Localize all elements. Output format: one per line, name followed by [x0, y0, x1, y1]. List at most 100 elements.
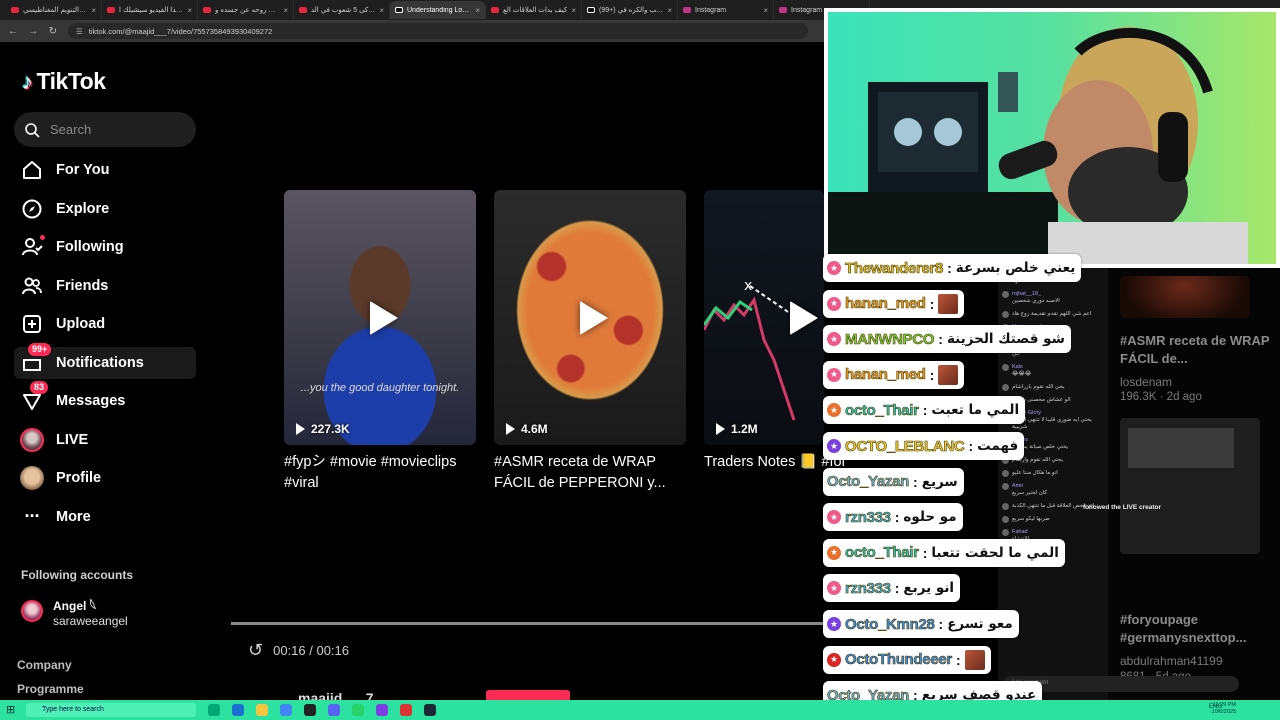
related-title[interactable]: #ASMR receta de WRAP FÁCIL de... [1120, 332, 1270, 368]
commenter-avatar [1002, 364, 1009, 371]
chat-badge-icon: ★ [827, 367, 841, 382]
sidebar-item-profile[interactable]: Profile [14, 462, 196, 494]
inbox-icon: 99+ [20, 342, 52, 375]
forward-icon[interactable]: → [28, 26, 38, 37]
close-tab-icon[interactable]: × [763, 6, 768, 15]
browser-tab[interactable]: Understanding Love or × [390, 1, 486, 19]
comment-text: انو ما هكال مننا عليو [1012, 470, 1058, 476]
search-input[interactable] [50, 122, 180, 137]
related-user[interactable]: losdenam [1120, 375, 1172, 389]
explorer-icon[interactable] [256, 704, 268, 716]
followed-note: followed the LIVE creator [1083, 504, 1162, 511]
browser-tab[interactable]: كيف بدات العلاقات الع × [486, 1, 582, 19]
chat-username: hanan_med [845, 295, 927, 313]
svg-text:x: x [744, 278, 752, 294]
compass-icon [20, 197, 44, 221]
related-thumbnail[interactable] [1120, 418, 1260, 554]
footer-company-link[interactable]: Company [17, 658, 72, 672]
taskbar-clock[interactable]: 11:29 PM 10/6/2025 [1212, 702, 1236, 716]
chat-username: rzn333 [845, 508, 892, 526]
following-dot [40, 235, 45, 240]
sidebar-item-explore[interactable]: Explore [14, 193, 196, 225]
chat-text: يعني خلص بسرعة [955, 260, 1076, 276]
overlay-chat-message: ★ rzn333: مو حلوه [823, 503, 963, 532]
replay-icon[interactable]: ↺ [248, 640, 263, 661]
video-thumbnail[interactable]: x 1.2M [704, 190, 824, 445]
tiktok-logo[interactable]: ♪ TikTok [22, 68, 106, 95]
sidebar-item-label: Notifications [56, 354, 144, 371]
sidebar-item-following[interactable]: Following [14, 231, 196, 263]
chat-badge-icon: ★ [827, 581, 841, 596]
live-comment-row: يخي الله تقوم بازراشام [998, 381, 1108, 394]
sidebar-item-for-you[interactable]: For You [14, 154, 196, 186]
video-caption[interactable]: #ASMR receta de WRAP FÁCIL de PEPPERONI … [494, 452, 686, 494]
browser-tab[interactable]: Instagram × [678, 1, 774, 19]
app-icon[interactable] [376, 704, 388, 716]
back-icon[interactable]: ← [8, 26, 18, 37]
sidebar-item-more[interactable]: ··· More [14, 501, 196, 533]
site-info-icon[interactable]: ☰ [76, 27, 83, 36]
instagram-icon [683, 7, 691, 13]
video-caption[interactable]: #fypシ #movie #movieclips #viral [284, 452, 476, 494]
chat-badge-icon: ★ [827, 332, 841, 347]
taskbar-search[interactable]: Type here to search [26, 703, 196, 717]
footer-programme-link[interactable]: Programme [17, 682, 84, 696]
url-field[interactable]: ☰ tiktok.com/@maajid___7/video/755735849… [68, 23, 808, 39]
instagram-icon [779, 7, 787, 13]
related-thumbnail-text-block [1128, 428, 1234, 468]
commenter-avatar [1002, 529, 1009, 536]
obs-icon[interactable] [304, 704, 316, 716]
close-tab-icon[interactable]: × [187, 6, 192, 15]
edge-icon[interactable] [232, 704, 244, 716]
chat-emote-image [938, 293, 959, 314]
related-user[interactable]: abdulrahman41199 [1120, 654, 1223, 668]
play-count-icon [506, 423, 515, 435]
close-tab-icon[interactable]: × [571, 6, 576, 15]
steam-icon[interactable] [424, 704, 436, 716]
view-count: 4.6M [506, 422, 548, 436]
chat-username: hanan_med [845, 366, 927, 384]
reload-icon[interactable]: ↻ [48, 26, 58, 37]
chat-text: المي ما تعبت [931, 402, 1020, 419]
comment-text: يختي ايه ضوري قليبا لا تنتهي الكذب شريبي… [1012, 417, 1092, 430]
video-thumbnail[interactable]: ...you the good daughter tonight. 227.3K [284, 190, 476, 445]
chrome-icon[interactable] [280, 704, 292, 716]
taskview-icon[interactable] [208, 704, 220, 716]
browser-tab[interactable]: أذكى 5 شعوب في الد..× [294, 1, 390, 19]
browser-tab[interactable]: هذا الفيديو سيشيلك ا.. × [102, 1, 198, 19]
play-icon [790, 300, 818, 335]
browser-tab[interactable]: (99+) الحب والكره في × [582, 1, 678, 19]
overlay-chat-message: ★ octo_Thair: المي ما تعبت [823, 396, 1026, 425]
youtube-icon [107, 7, 115, 13]
sidebar-item-upload[interactable]: Upload [14, 308, 196, 340]
close-tab-icon[interactable]: × [379, 6, 384, 15]
close-tab-icon[interactable]: × [283, 6, 288, 15]
browser-tab[interactable]: هل التنويم المغناطيسي × [6, 1, 102, 19]
close-tab-icon[interactable]: × [475, 6, 480, 15]
overlay-chat-message: ★ OctoThundeeer: [823, 645, 991, 674]
video-thumbnail[interactable]: 4.6M [494, 190, 686, 445]
close-tab-icon[interactable]: × [91, 6, 96, 15]
related-thumbnail[interactable] [1120, 276, 1250, 318]
discord-icon[interactable] [328, 704, 340, 716]
whatsapp-icon[interactable] [352, 704, 364, 716]
chat-emote-image [938, 364, 959, 385]
sidebar-item-friends[interactable]: Friends [14, 270, 196, 302]
app-icon[interactable] [400, 704, 412, 716]
browser-tab[interactable]: خرجت روحه عن جسده و× [198, 1, 294, 19]
overlay-chat-message: ★ rzn333: انو يربع [823, 574, 961, 603]
chat-separator: : [947, 260, 952, 276]
chat-badge-icon: ★ [827, 403, 841, 418]
following-account-item[interactable]: Angel 𓆩 saraweeangel [21, 594, 128, 628]
related-title[interactable]: #foryoupage #germanysnexttop... [1120, 611, 1270, 647]
sidebar-item-notifications[interactable]: 99+ Notifications [14, 342, 196, 379]
video-progress-bar[interactable] [231, 622, 831, 625]
sidebar-item-label: Following [56, 239, 124, 255]
search-box[interactable] [14, 112, 196, 147]
chat-username: Octo_Kmn28 [845, 615, 935, 633]
overlay-chat-message: Octo_Yazan: سريع [823, 467, 964, 496]
start-icon[interactable]: ⊞ [6, 703, 15, 716]
sidebar-item-live[interactable]: LIVE [14, 424, 196, 456]
sidebar-item-messages[interactable]: 83 Messages [14, 381, 196, 417]
close-tab-icon[interactable]: × [667, 6, 672, 15]
